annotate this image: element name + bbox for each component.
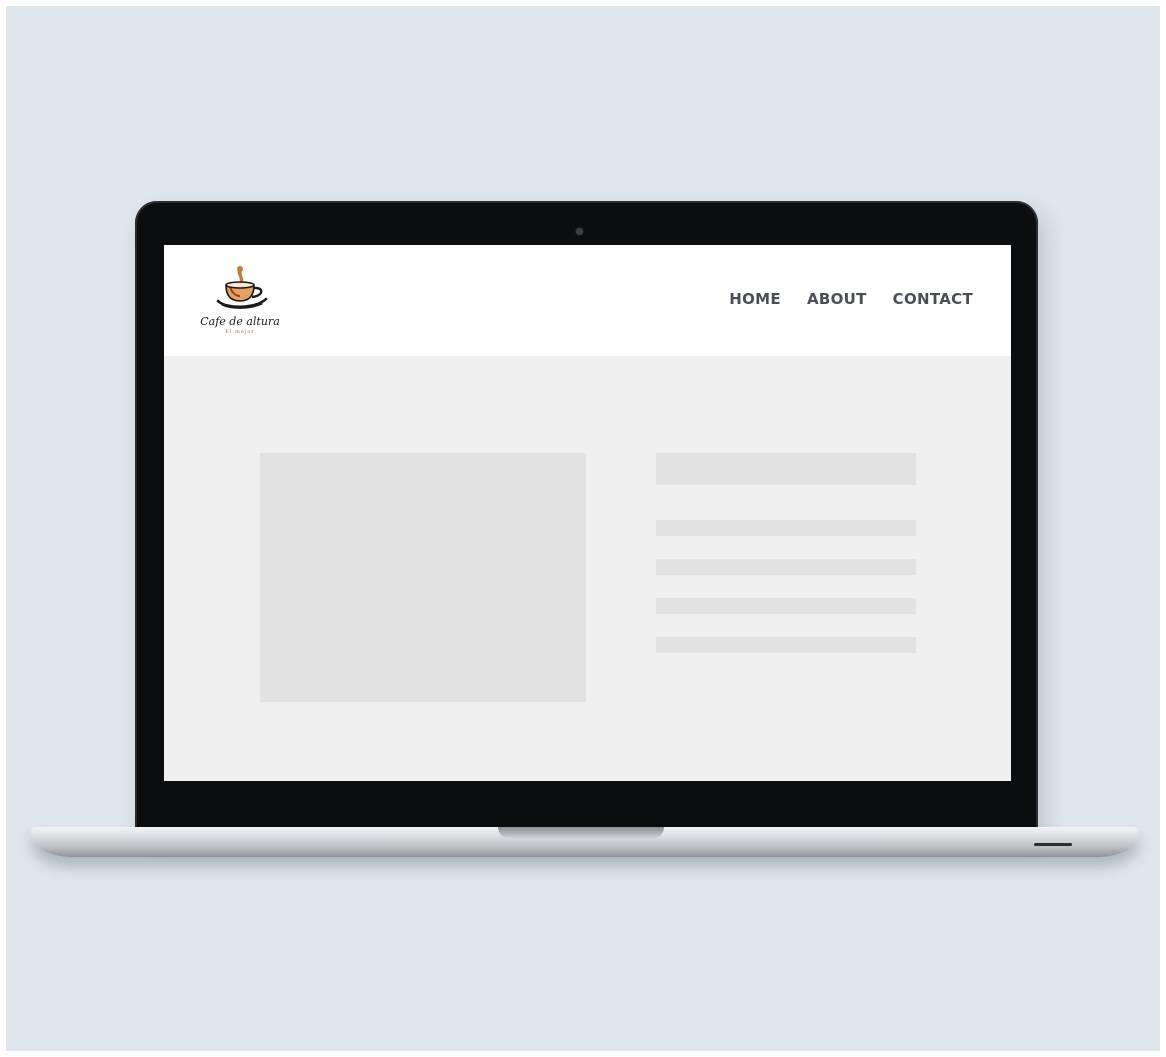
- laptop-hinge-notch: [498, 827, 664, 839]
- image-placeholder: [260, 453, 586, 702]
- indicator-light: [1034, 843, 1072, 846]
- text-line-placeholder: [656, 637, 916, 653]
- logo-tagline: El mejor: [225, 329, 255, 335]
- laptop-screen: Cafe de altura El mejor HOME ABOUT CONTA…: [164, 245, 1011, 781]
- text-line-placeholder: [656, 559, 916, 575]
- nav-item-about[interactable]: ABOUT: [807, 290, 867, 308]
- heading-placeholder: [656, 453, 916, 485]
- main-nav: HOME ABOUT CONTACT: [729, 290, 973, 308]
- text-line-placeholder: [656, 598, 916, 614]
- site-header: Cafe de altura El mejor HOME ABOUT CONTA…: [164, 245, 1011, 356]
- camera-icon: [576, 228, 583, 235]
- nav-item-home[interactable]: HOME: [729, 290, 781, 308]
- coffee-cup-icon: [216, 266, 268, 309]
- site-logo[interactable]: Cafe de altura El mejor: [192, 263, 288, 343]
- nav-item-contact[interactable]: CONTACT: [893, 290, 973, 308]
- logo-name: Cafe de altura: [200, 315, 280, 328]
- text-line-placeholder: [656, 520, 916, 536]
